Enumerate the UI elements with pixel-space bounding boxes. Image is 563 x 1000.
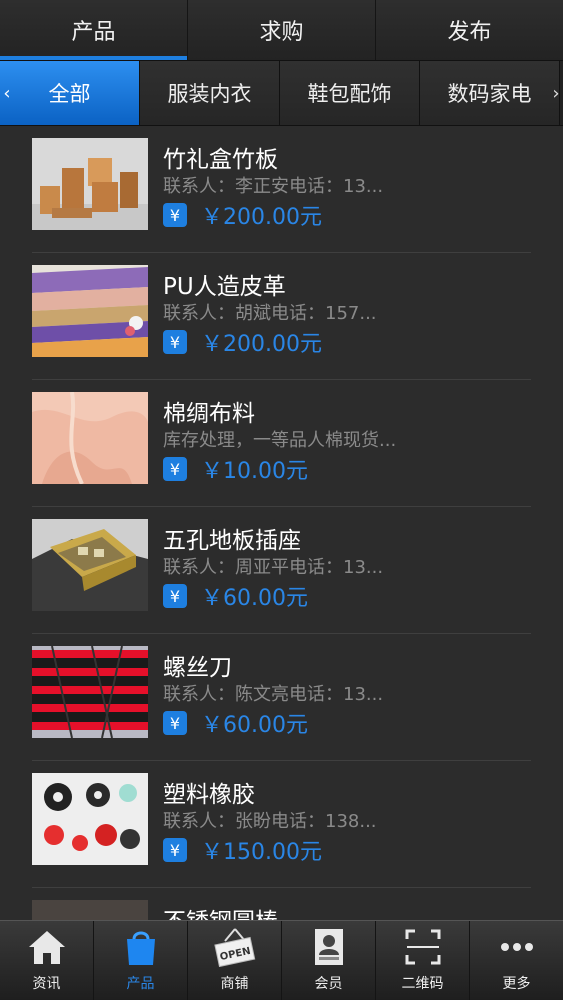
top-tab-bar: 产品 求购 发布	[0, 0, 563, 61]
tab-label: 求购	[259, 20, 304, 45]
category-list: 全部 服装内衣 鞋包配饰 数码家电	[0, 61, 560, 125]
product-item[interactable]: 棉绸布料 库存处理，一等品人棉现货... ¥ ￥10.00元	[32, 380, 531, 507]
open-sign-icon: OPEN	[213, 927, 257, 967]
category-bar: ‹ 全部 服装内衣 鞋包配饰 数码家电 ›	[0, 61, 563, 126]
product-description: 联系人：张盼电话：138...	[163, 811, 377, 832]
nav-products[interactable]: 产品	[94, 921, 188, 1000]
product-image	[32, 646, 148, 738]
product-price: ￥150.00元	[201, 840, 322, 865]
category-all[interactable]: 全部	[0, 61, 140, 125]
member-card-icon	[307, 927, 351, 967]
more-dots-icon	[495, 927, 539, 967]
category-label: 数码家电	[447, 82, 532, 106]
category-label: 服装内衣	[167, 82, 252, 106]
chevron-right-icon[interactable]: ›	[549, 61, 563, 125]
nav-members[interactable]: 会员	[282, 921, 376, 1000]
app-screen: 产品 求购 发布 ‹ 全部 服装内衣 鞋包配饰 数码家电 › 竹礼盒竹板 联系人…	[0, 0, 563, 1000]
product-price: ￥200.00元	[201, 332, 322, 357]
category-label: 全部	[48, 82, 91, 106]
tab-purchase-requests[interactable]: 求购	[188, 0, 376, 60]
category-clothing[interactable]: 服装内衣	[140, 61, 280, 125]
product-item[interactable]: 塑料橡胶 联系人：张盼电话：138... ¥ ￥150.00元	[32, 761, 531, 888]
yen-icon: ¥	[163, 457, 187, 481]
bag-icon	[119, 927, 163, 967]
yen-icon: ¥	[163, 330, 187, 354]
product-image	[32, 519, 148, 611]
price-row: ¥ ￥10.00元	[163, 454, 308, 484]
product-image	[32, 265, 148, 357]
bottom-nav: 资讯 产品 OPEN 商铺 会员 二维码 更多	[0, 920, 563, 1000]
nav-qr-code[interactable]: 二维码	[376, 921, 470, 1000]
product-price: ￥60.00元	[201, 713, 308, 738]
yen-icon: ¥	[163, 711, 187, 735]
nav-label: 商铺	[220, 976, 249, 992]
product-item[interactable]: 螺丝刀 联系人：陈文亮电话：13... ¥ ￥60.00元	[32, 634, 531, 761]
product-item[interactable]: 五孔地板插座 联系人：周亚平电话：13... ¥ ￥60.00元	[32, 507, 531, 634]
tab-label: 产品	[71, 20, 116, 45]
product-price: ￥10.00元	[201, 459, 308, 484]
product-title: 竹礼盒竹板	[163, 147, 278, 173]
product-title: 不锈钢圆棒	[163, 902, 278, 920]
tab-label: 发布	[447, 20, 492, 45]
price-row: ¥ ￥150.00元	[163, 835, 322, 865]
product-title: 塑料橡胶	[163, 782, 255, 808]
product-list: 竹礼盒竹板 联系人：李正安电话：13... ¥ ￥200.00元 PU人造皮革 …	[0, 126, 563, 920]
category-label: 鞋包配饰	[307, 82, 392, 106]
nav-more[interactable]: 更多	[470, 921, 563, 1000]
product-image	[32, 900, 148, 920]
price-row: ¥ ￥60.00元	[163, 708, 308, 738]
product-title: 五孔地板插座	[163, 528, 301, 554]
product-price: ￥200.00元	[201, 205, 322, 230]
product-image	[32, 392, 148, 484]
chevron-left-icon[interactable]: ‹	[0, 61, 14, 125]
product-description: 联系人：李正安电话：13...	[163, 176, 384, 197]
product-item[interactable]: 不锈钢圆棒	[32, 888, 531, 920]
product-description: 库存处理，一等品人棉现货...	[163, 430, 397, 451]
nav-label: 会员	[314, 976, 343, 992]
price-row: ¥ ￥200.00元	[163, 327, 322, 357]
tab-products[interactable]: 产品	[0, 0, 188, 60]
price-row: ¥ ￥200.00元	[163, 200, 322, 230]
product-description: 联系人：陈文亮电话：13...	[163, 684, 384, 705]
category-digital[interactable]: 数码家电	[420, 61, 560, 125]
price-row: ¥ ￥60.00元	[163, 581, 308, 611]
product-price: ￥60.00元	[201, 586, 308, 611]
product-item[interactable]: PU人造皮革 联系人：胡斌电话：157... ¥ ￥200.00元	[32, 253, 531, 380]
product-item[interactable]: 竹礼盒竹板 联系人：李正安电话：13... ¥ ￥200.00元	[32, 126, 531, 253]
home-icon	[25, 927, 69, 967]
nav-label: 产品	[126, 976, 155, 992]
product-title: 螺丝刀	[163, 655, 232, 681]
yen-icon: ¥	[163, 203, 187, 227]
product-title: PU人造皮革	[163, 274, 286, 300]
product-description: 联系人：周亚平电话：13...	[163, 557, 384, 578]
product-image	[32, 773, 148, 865]
product-image	[32, 138, 148, 230]
nav-label: 更多	[502, 976, 531, 992]
nav-shops[interactable]: OPEN 商铺	[188, 921, 282, 1000]
nav-label: 二维码	[401, 976, 444, 992]
qr-scan-icon	[401, 927, 445, 967]
product-title: 棉绸布料	[163, 401, 255, 427]
category-shoes-bags[interactable]: 鞋包配饰	[280, 61, 420, 125]
yen-icon: ¥	[163, 838, 187, 862]
product-description: 联系人：胡斌电话：157...	[163, 303, 377, 324]
tab-publish[interactable]: 发布	[376, 0, 563, 60]
nav-news[interactable]: 资讯	[0, 921, 94, 1000]
nav-label: 资讯	[32, 976, 61, 992]
yen-icon: ¥	[163, 584, 187, 608]
